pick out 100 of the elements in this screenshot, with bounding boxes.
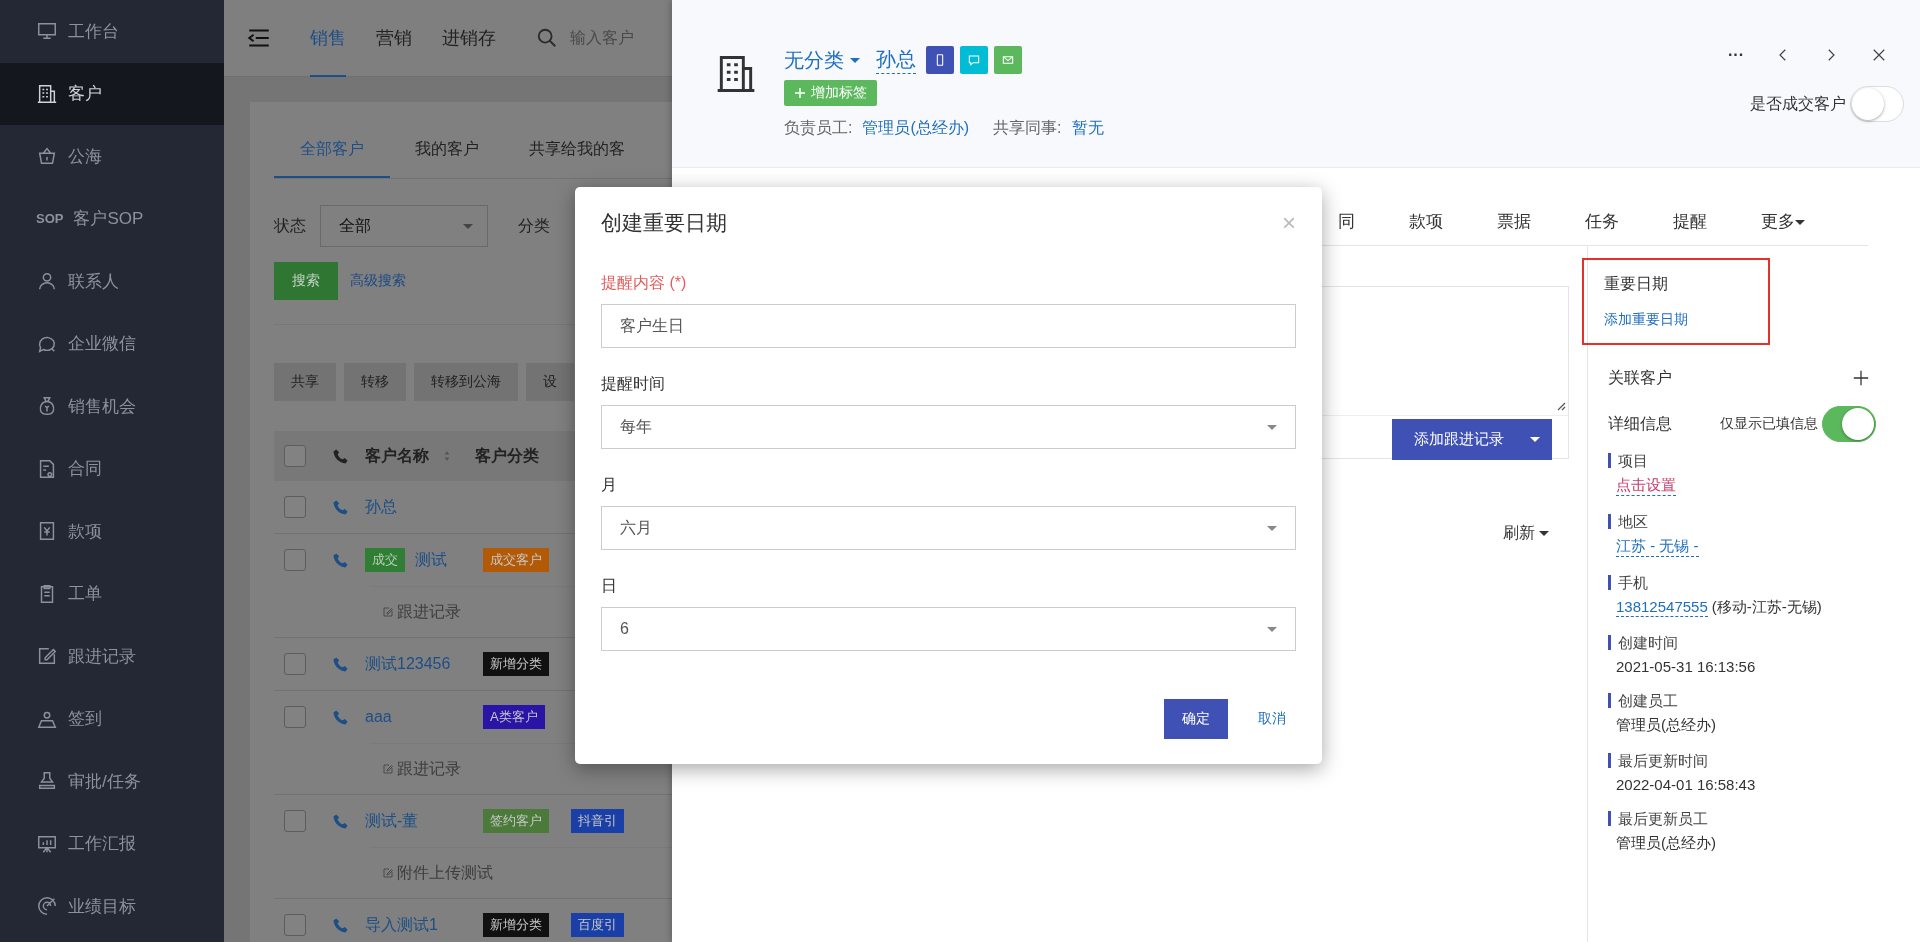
category-tag: 新增分类: [483, 913, 549, 937]
phone-button[interactable]: [925, 46, 954, 74]
action-button[interactable]: 设: [526, 363, 574, 401]
checkbox[interactable]: [284, 445, 306, 467]
menu-item-icon: [36, 895, 58, 918]
add-icon[interactable]: [1852, 369, 1870, 387]
resize-handle-icon[interactable]: [1556, 401, 1566, 411]
sidebar-item[interactable]: 工单: [0, 562, 224, 625]
phone-icon[interactable]: [332, 708, 349, 726]
checkbox[interactable]: [284, 496, 306, 518]
owner-link[interactable]: 管理员(总经办): [862, 118, 970, 139]
filled-only-toggle[interactable]: [1822, 406, 1876, 442]
refresh-dropdown[interactable]: 刷新: [1502, 523, 1549, 544]
status-tag: 成交: [365, 548, 405, 572]
phone-icon: [332, 447, 349, 465]
sop-icon: SOP: [36, 210, 64, 227]
shared-link[interactable]: 暂无: [1071, 118, 1104, 139]
sidebar-item[interactable]: 销售机会: [0, 375, 224, 438]
category-tag: 百度引: [571, 913, 624, 937]
field-note: (移动-江苏-无锡): [1711, 598, 1822, 617]
message-button[interactable]: [959, 46, 988, 74]
sidebar-item[interactable]: 签到: [0, 687, 224, 750]
detail-tab[interactable]: 更多: [1734, 210, 1832, 235]
mail-button[interactable]: [993, 46, 1022, 74]
sort-icon[interactable]: [443, 449, 451, 463]
add-follow-up-button[interactable]: 添加跟进记录: [1392, 418, 1552, 460]
phone-icon[interactable]: [332, 812, 349, 830]
list-tab[interactable]: 我的客户: [390, 139, 504, 178]
checkbox[interactable]: [284, 810, 306, 832]
cancel-link[interactable]: 取消: [1258, 710, 1286, 728]
field-label: 项目: [1608, 453, 1920, 468]
column-header[interactable]: 客户分类: [475, 445, 539, 467]
field-label: 提醒内容 (*): [601, 273, 688, 293]
sidebar-item[interactable]: 业绩目标: [0, 875, 224, 938]
select-field[interactable]: 六月: [601, 506, 1296, 550]
nav-tab[interactable]: 进销存: [442, 0, 496, 77]
detail-tab[interactable]: 款项: [1382, 210, 1470, 235]
edit-icon: [382, 606, 394, 618]
list-tab[interactable]: 共享给我的客: [504, 139, 650, 178]
edit-icon: [382, 763, 394, 775]
sidebar-item[interactable]: 客户: [0, 62, 224, 125]
sidebar-item[interactable]: SOP 客户SOP: [0, 187, 224, 250]
set-link[interactable]: 点击设置: [1616, 476, 1676, 496]
select-field[interactable]: 每年: [601, 405, 1296, 449]
dialog-title: 创建重要日期: [601, 210, 727, 236]
search-button[interactable]: 搜索: [274, 262, 338, 300]
checkbox[interactable]: [284, 549, 306, 571]
filled-only-label: 仅显示已填信息: [1720, 415, 1818, 433]
add-important-date-link[interactable]: 添加重要日期: [1604, 311, 1768, 329]
detail-tab[interactable]: 任务: [1558, 210, 1646, 235]
action-button[interactable]: 转移到公海: [414, 363, 518, 401]
field-label: 手机: [1608, 575, 1920, 590]
field-label: 月: [601, 475, 618, 495]
field-label: 地区: [1608, 514, 1920, 529]
field-link[interactable]: 13812547555: [1616, 598, 1708, 617]
detail-tab[interactable]: 票据: [1470, 210, 1558, 235]
action-button[interactable]: 转移: [344, 363, 406, 401]
search-icon[interactable]: [536, 27, 558, 49]
detail-tab[interactable]: 提醒: [1646, 210, 1734, 235]
checkbox[interactable]: [284, 914, 306, 936]
action-button[interactable]: 共享: [274, 363, 336, 401]
status-select[interactable]: 全部: [320, 205, 488, 247]
note-text: 跟进记录: [397, 758, 461, 779]
phone-icon[interactable]: [332, 551, 349, 569]
column-header[interactable]: 客户名称: [365, 445, 429, 467]
category-dropdown[interactable]: 无分类: [784, 46, 860, 74]
sidebar-item[interactable]: 跟进记录: [0, 625, 224, 688]
add-tag-button[interactable]: 增加标签: [784, 80, 877, 106]
sidebar-item[interactable]: 合同: [0, 437, 224, 500]
filter-label: 分类: [518, 215, 550, 236]
phone-icon[interactable]: [332, 916, 349, 934]
field-link[interactable]: 江苏 - 无锡 -: [1616, 537, 1699, 557]
checkbox[interactable]: [284, 706, 306, 728]
customer-name[interactable]: 孙总: [875, 46, 916, 74]
deal-label: 是否成交客户: [1750, 93, 1846, 114]
sidebar-item[interactable]: 企业微信: [0, 312, 224, 375]
section-title: 关联客户: [1608, 367, 1672, 388]
field-label: 创建员工: [1608, 693, 1920, 708]
sidebar-item[interactable]: 公海: [0, 125, 224, 188]
field-label: 提醒时间: [601, 374, 666, 394]
field-value: 2021-05-31 16:13:56: [1616, 658, 1756, 675]
phone-icon[interactable]: [332, 655, 349, 673]
select-field[interactable]: 6: [601, 607, 1296, 651]
more-button[interactable]: ···: [1728, 46, 1744, 64]
confirm-button[interactable]: 确定: [1164, 699, 1228, 739]
field-value: 2022-04-01 16:58:43: [1616, 776, 1756, 793]
plus-icon: [794, 87, 806, 99]
sidebar-item[interactable]: 工作台: [0, 0, 224, 63]
checkbox[interactable]: [284, 653, 306, 675]
phone-icon[interactable]: [332, 498, 349, 516]
category-tag: 签约客户: [483, 809, 549, 833]
sidebar-item[interactable]: 工作汇报: [0, 812, 224, 875]
text-field[interactable]: 客户生日: [601, 304, 1296, 348]
field-label: 创建时间: [1608, 635, 1920, 650]
deal-toggle[interactable]: [1850, 86, 1904, 122]
nav-tab[interactable]: 营销: [376, 0, 412, 77]
section-title: 详细信息: [1608, 413, 1672, 434]
sidebar-item[interactable]: 审批/任务: [0, 750, 224, 813]
sidebar-item[interactable]: 联系人: [0, 250, 224, 313]
sidebar-item[interactable]: 款项: [0, 500, 224, 563]
